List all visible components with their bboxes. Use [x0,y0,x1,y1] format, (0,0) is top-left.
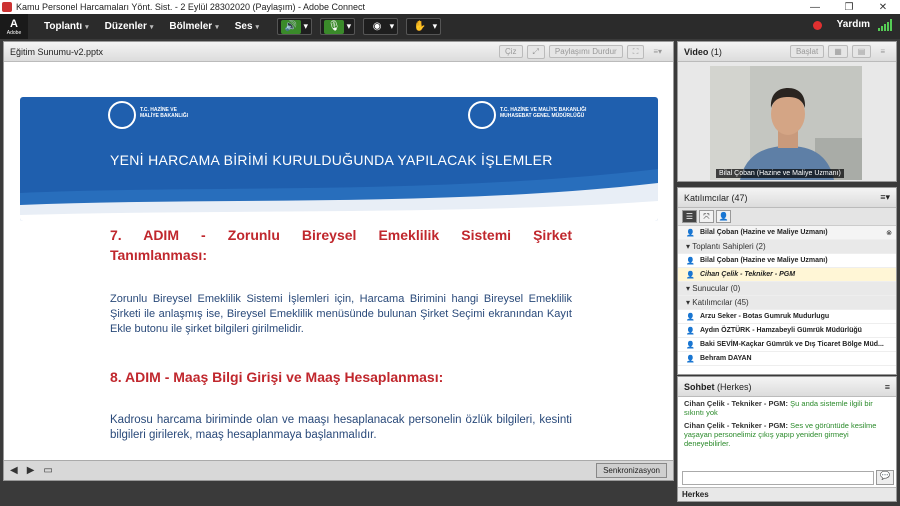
org-name-right: T.C. HAZİNE VE MALİYE BAKANLIĞI MUHASEBA… [500,107,587,119]
participant-icon: 👤 [686,327,695,335]
app-icon [2,2,12,12]
adobe-logo: A Adobe [0,14,28,39]
microphone-icon: 🎙 [324,19,345,34]
attendees-pod: Katılımcılar (47) ≡▾ ☰ ⤧ 👤 👤 Bilal Çoban… [677,187,897,375]
draw-button[interactable]: Çiz [498,45,523,58]
chat-pod-header: Sohbet (Herkes) ≡ [678,377,896,397]
attendees-title: Katılımcılar [684,192,730,203]
next-slide-icon[interactable]: ▶ [27,465,35,476]
window-title: Kamu Personel Harcamaları Yönt. Sist. - … [16,2,366,12]
filmstrip-view-icon[interactable]: ▤ [851,45,872,58]
start-webcam-button[interactable]: Başlat [789,45,825,58]
step7-heading-line2: Tanımlanması: [110,247,207,263]
list-item[interactable]: 👤 Behram DAYAN [678,352,896,366]
user-icon: 👤 [686,229,695,237]
prev-slide-icon[interactable]: ◀ [10,465,18,476]
video-count: (1) [710,46,722,57]
list-item[interactable]: 👤 Cihan Çelik - Tekniker - PGM [678,268,896,282]
step8-text: Kadrosu harcama biriminde olan ve maaşı … [110,414,572,441]
participant-icon: 👤 [686,355,695,363]
attendees-count: (47) [731,192,748,203]
menu-ses[interactable]: Ses ▾ [235,21,259,32]
participants-group[interactable]: ▾ Katılımcılar (45) [678,296,896,310]
ministry-seal-left [108,101,136,129]
speaker-toggle[interactable]: 🔊 ▾ [277,18,313,35]
my-status-row[interactable]: 👤 Bilal Çoban (Hazine ve Maliye Uzmanı) … [678,226,896,240]
speaker-icon: 🔊 [281,19,302,34]
menu-bar: A Adobe Toplantı ▾ Düzenler ▾ Bölmeler ▾ Ses… [0,14,900,39]
video-pod: Video (1) Başlat ▦ ▤ ≡ Bilal Çoban (Hazi… [677,41,897,182]
pointer-button[interactable]: ⤢ [526,44,545,59]
list-item[interactable]: 👤 Aydın ÖZTÜRK - Hamzabeyli Gümrük Müdürl… [678,324,896,338]
raise-hand-toggle[interactable]: ✋ ▾ [406,18,442,35]
slide-header-banner: T.C. HAZİNE VE MALİYE BAKANLIĞI T.C. HAZ… [20,97,658,221]
chat-options-icon[interactable]: ≡ [885,382,890,392]
chat-pod: Sohbet (Herkes) ≡ Cihan Çelik - Tekniker… [677,376,897,502]
chat-recipient-tab[interactable]: Herkes [678,487,896,501]
slide-list-icon[interactable]: ▭ [43,465,52,476]
chat-scope: (Herkes) [717,381,752,392]
video-pod-title: Video [684,46,709,57]
step7-heading-line1: 7. ADIM - Zorunlu Bireysel Emeklilik Sis… [110,227,572,243]
sync-button[interactable]: Senkronizasyon [596,463,667,478]
maximize-button[interactable]: ❐ [832,2,866,13]
chat-message: Cihan Çelik - Tekniker - PGM: Şu anda si… [684,399,873,417]
send-message-icon[interactable]: 💬 [876,470,894,485]
hand-icon: ✋ [413,21,427,32]
ministry-seal-right [468,101,496,129]
chat-message: Cihan Çelik - Tekniker - PGM: Ses ve gör… [684,421,877,448]
participant-icon: 👤 [686,313,695,321]
status-icon[interactable]: 👤 [716,210,731,223]
hosts-group[interactable]: ▾ Toplantı Sahipleri (2) [678,240,896,254]
recording-icon [813,21,822,30]
participant-icon: 👤 [686,341,695,349]
menu-duzenler[interactable]: Düzenler ▾ [105,21,154,32]
chat-input[interactable] [682,471,874,485]
presenter-name-label: Bilal Çoban (Hazine ve Maliye Uzmanı) [716,169,844,178]
host-icon: 👤 [686,271,695,279]
attendees-toolbar: ☰ ⤧ 👤 [678,208,896,226]
pod-options-icon[interactable]: ≡▾ [648,46,667,57]
chat-title: Sohbet [684,381,715,392]
step8-heading: 8. ADIM - Maaş Bilgi Girişi ve Maaş Hesa… [110,369,444,385]
attendees-pod-header: Katılımcılar (47) ≡▾ [678,188,896,208]
webcam-toggle[interactable]: ◉ ▾ [363,18,399,35]
org-name-left: T.C. HAZİNE VE MALİYE BAKANLIĞI [140,107,189,119]
video-pod-header: Video (1) Başlat ▦ ▤ ≡ [678,42,896,62]
presenter-video: Bilal Çoban (Hazine ve Maliye Uzmanı) [710,66,862,180]
share-pod: Eğitim Sunumu-v2.pptx Çiz ⤢ Paylaşımı Du… [3,41,674,481]
clear-status-icon[interactable]: ⊗ [886,229,892,237]
share-pod-footer: ◀ ▶ ▭ Senkronizasyon [4,460,673,480]
menu-bolmeler[interactable]: Bölmeler ▾ [169,21,218,32]
list-view-icon[interactable]: ☰ [682,210,697,223]
microphone-toggle[interactable]: 🎙 ▾ [320,18,356,35]
close-window-button[interactable]: ✕ [866,2,900,13]
presenter-image [710,66,862,180]
webcam-icon: ◉ [372,21,382,32]
presenters-group[interactable]: ▾ Sunucular (0) [678,282,896,296]
fullscreen-icon[interactable]: ⛶ [626,44,645,59]
attendees-options-icon[interactable]: ≡▾ [880,192,890,203]
list-item[interactable]: 👤 Bilal Çoban (Hazine ve Maliye Uzmanı) [678,254,896,268]
connection-strength-icon [878,19,892,31]
window-titlebar: Kamu Personel Harcamaları Yönt. Sist. - … [0,0,900,14]
slide-stage: T.C. HAZİNE VE MALİYE BAKANLIĞI T.C. HAZ… [4,62,673,462]
breakout-icon[interactable]: ⤧ [699,210,714,223]
menu-toplanti[interactable]: Toplantı ▾ [44,21,89,32]
slide-title: YENİ HARCAMA BİRİMİ KURULDUĞUNDA YAPILAC… [110,152,553,168]
list-item[interactable]: 👤 Arzu Seker - Botas Gumruk Mudurlugu [678,310,896,324]
video-options-icon[interactable]: ≡ [875,46,890,57]
host-icon: 👤 [686,257,695,265]
help-menu[interactable]: Yardım [837,19,870,30]
list-item[interactable]: 👤 Baki SEVİM-Kaçkar Gümrük ve Dış Ticaret… [678,338,896,352]
minimize-button[interactable]: — [798,2,832,13]
stop-sharing-button[interactable]: Paylaşımı Durdur [548,45,623,58]
share-pod-title: Eğitim Sunumu-v2.pptx [10,46,104,57]
grid-view-icon[interactable]: ▦ [828,45,848,58]
step7-text: Zorunlu Bireysel Emeklilik Sistemi İşlem… [110,293,572,335]
share-pod-header: Eğitim Sunumu-v2.pptx Çiz ⤢ Paylaşımı Du… [4,42,673,62]
